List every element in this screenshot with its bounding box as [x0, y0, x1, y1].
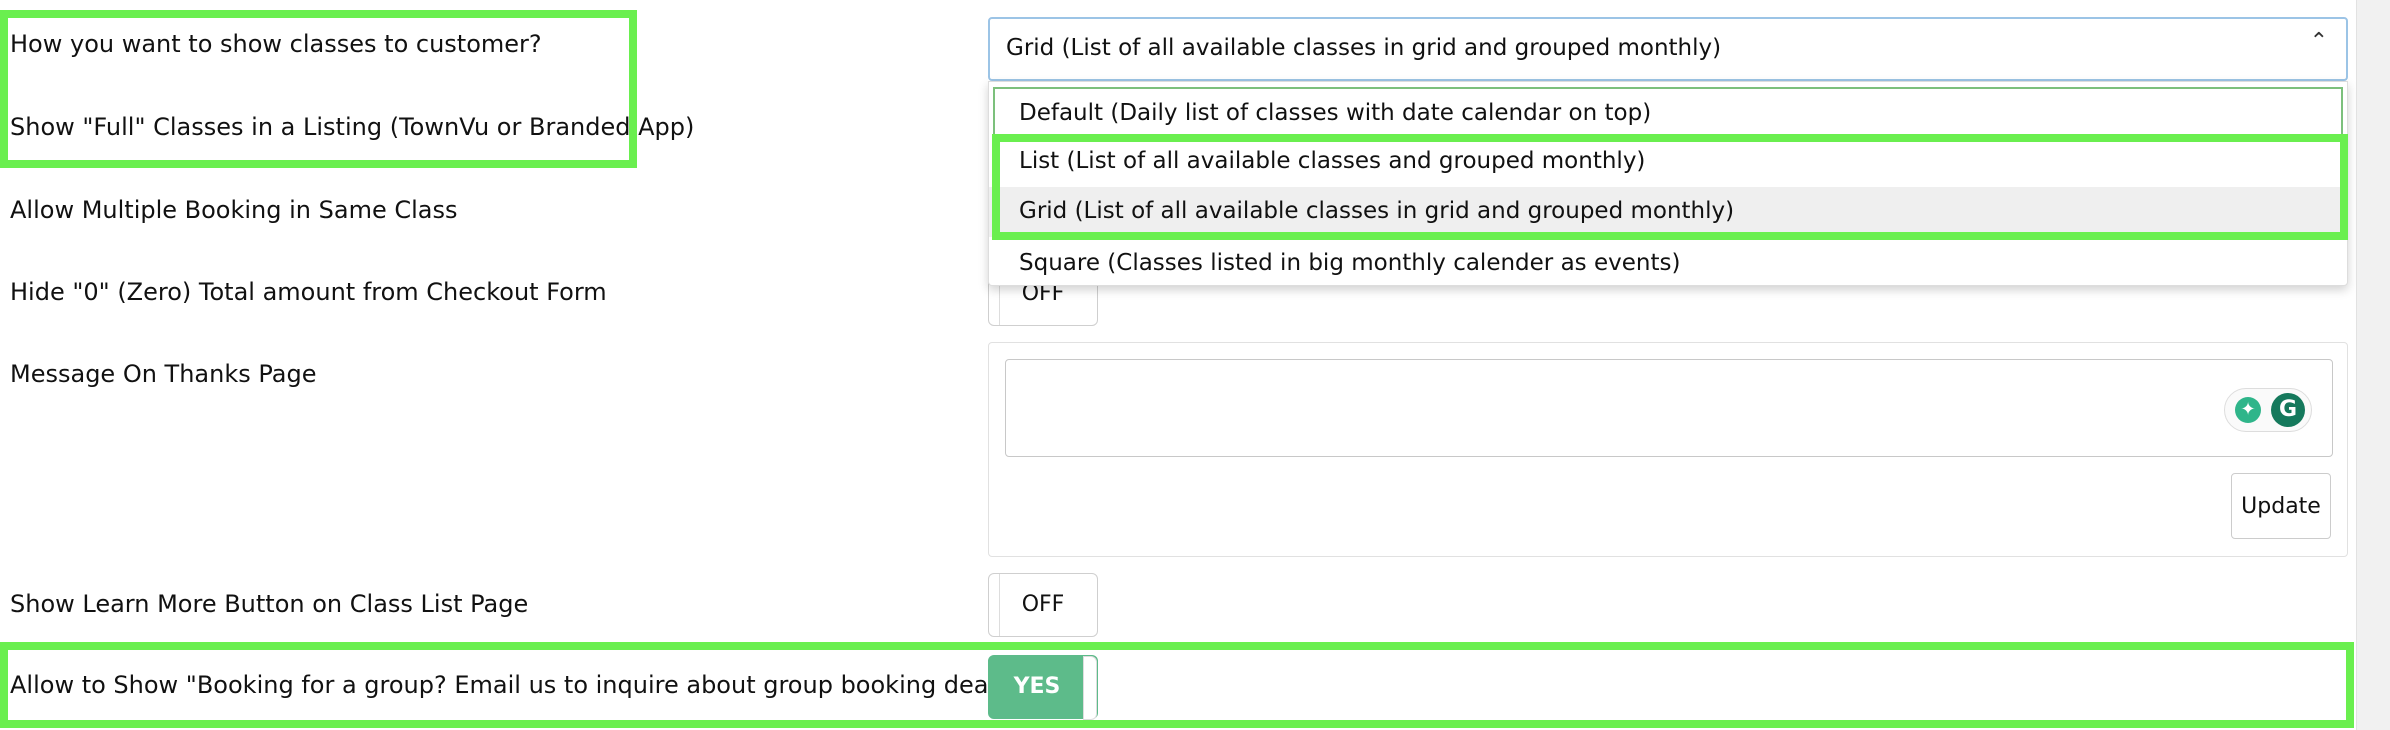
- thanks-message-panel: ✦ G Update: [988, 342, 2348, 557]
- chevron-up-icon: ⌃: [2309, 29, 2328, 54]
- multiple-booking-label: Allow Multiple Booking in Same Class: [10, 196, 458, 224]
- highlight-box-options: [992, 134, 2348, 240]
- highlight-box-group-link: [0, 642, 2354, 728]
- option-default[interactable]: Default (Daily list of classes with date…: [993, 87, 2343, 137]
- thanks-message-textarea[interactable]: ✦ G: [1005, 359, 2333, 457]
- grammarly-widget[interactable]: ✦ G: [2224, 388, 2312, 432]
- thanks-message-label: Message On Thanks Page: [10, 360, 317, 388]
- scrollbar[interactable]: [2356, 0, 2390, 730]
- grammarly-icon[interactable]: G: [2271, 393, 2305, 427]
- toggle-state-text: OFF: [1021, 592, 1065, 617]
- select-value: Grid (List of all available classes in g…: [1006, 35, 1722, 61]
- learn-more-label: Show Learn More Button on Class List Pag…: [10, 590, 529, 618]
- option-square[interactable]: Square (Classes listed in big monthly ca…: [989, 239, 2347, 289]
- hide-zero-total-label: Hide "0" (Zero) Total amount from Checko…: [10, 278, 607, 306]
- highlight-box-labels: [0, 10, 637, 168]
- option-label: Default (Daily list of classes with date…: [1019, 100, 1652, 126]
- learn-more-toggle[interactable]: OFF: [988, 573, 1098, 637]
- class-display-select[interactable]: Grid (List of all available classes in g…: [988, 17, 2348, 81]
- option-label: Square (Classes listed in big monthly ca…: [1019, 250, 1681, 276]
- lightbulb-icon[interactable]: ✦: [2235, 397, 2261, 423]
- update-button[interactable]: Update: [2231, 473, 2331, 539]
